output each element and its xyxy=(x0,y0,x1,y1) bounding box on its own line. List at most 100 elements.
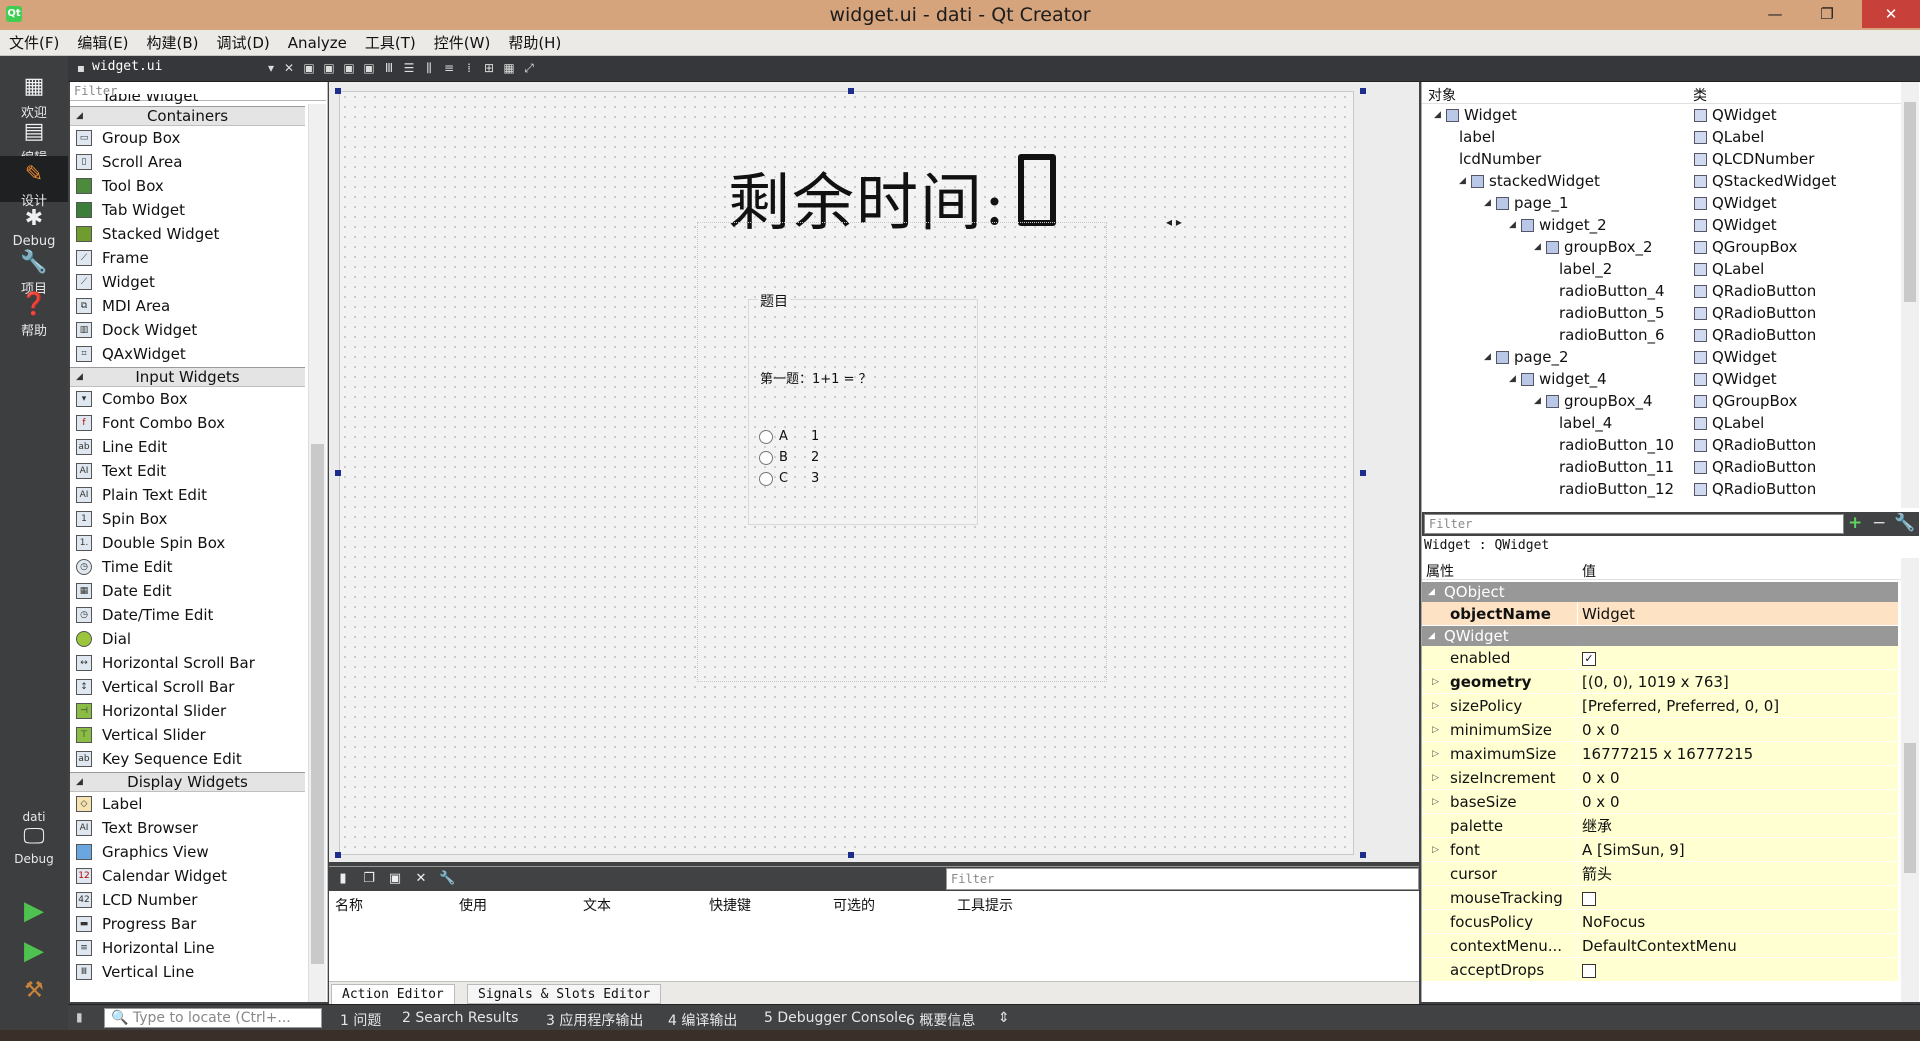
selection-handle[interactable] xyxy=(848,88,854,94)
widget-box-item[interactable]: Tool Box xyxy=(70,174,305,198)
object-tree-row[interactable]: radioButton_4 QRadioButton xyxy=(1422,280,1898,302)
property-value[interactable]: [(0, 0), 1019 x 763] xyxy=(1582,670,1729,694)
widget-box-item[interactable]: 1 Spin Box xyxy=(70,507,305,531)
expand-arrow-icon[interactable]: ◢ xyxy=(1509,214,1516,236)
menu-tools[interactable]: 工具(T) xyxy=(356,30,425,56)
object-tree-row[interactable]: ◢ widget_2 QWidget xyxy=(1422,214,1898,236)
expand-arrow-icon[interactable]: ◢ xyxy=(1434,104,1441,126)
property-value[interactable]: 0 x 0 xyxy=(1582,766,1620,790)
property-value[interactable]: 箭头 xyxy=(1582,862,1612,886)
widget-box-item[interactable]: ⟋ Frame xyxy=(70,246,305,270)
layout-v-splitter-icon[interactable]: ≡ xyxy=(442,61,456,75)
break-layout-icon[interactable]: ▦ xyxy=(502,61,516,75)
lcd-number[interactable] xyxy=(1018,154,1056,226)
column-header-property[interactable]: 属性 xyxy=(1426,561,1454,581)
selection-handle[interactable] xyxy=(335,852,341,858)
selection-handle[interactable] xyxy=(1360,852,1366,858)
mode-design[interactable]: ✎ 设计 xyxy=(0,156,68,209)
object-tree-row[interactable]: radioButton_10 QRadioButton xyxy=(1422,434,1898,456)
widget-box-item[interactable]: ab Key Sequence Edit xyxy=(70,747,305,771)
maximize-button[interactable]: ❐ xyxy=(1805,0,1849,28)
checkbox[interactable] xyxy=(1582,963,1596,978)
widget-box-item[interactable]: ab Line Edit xyxy=(70,435,305,459)
property-value[interactable]: 0 x 0 xyxy=(1582,790,1620,814)
property-row-font[interactable]: ▷ font A [SimSun, 9] xyxy=(1422,838,1898,862)
delete-action-icon[interactable]: ✕ xyxy=(413,871,429,887)
widget-box-item[interactable]: ▾ Combo Box xyxy=(70,387,305,411)
object-tree-row[interactable]: lcdNumber QLCDNumber xyxy=(1422,148,1898,170)
property-filter-input[interactable]: Filter xyxy=(1424,514,1844,534)
object-tree-row[interactable]: radioButton_12 QRadioButton xyxy=(1422,478,1898,500)
layout-horizontal-icon[interactable]: Ⅲ xyxy=(382,61,396,75)
editor-tab-widget-ui[interactable]: widget.ui xyxy=(92,59,162,74)
property-row-sizeincrement[interactable]: ▷ sizeIncrement 0 x 0 xyxy=(1422,766,1898,790)
object-tree-row[interactable]: radioButton_11 QRadioButton xyxy=(1422,456,1898,478)
object-tree-row[interactable]: ◢ page_2 QWidget xyxy=(1422,346,1898,368)
form-widget[interactable]: 剩余时间: ◂ ▸ 题目 第一题：1+1 = ？ A1 B2 C3 xyxy=(339,91,1354,855)
action-filter-input[interactable]: Filter xyxy=(946,868,1419,890)
property-value[interactable]: 继承 xyxy=(1582,814,1612,838)
checkbox[interactable]: ✓ xyxy=(1582,651,1596,666)
output-application[interactable]: 3 应用程序输出 xyxy=(546,1010,643,1030)
object-inspector-scrollbar[interactable] xyxy=(1901,82,1919,508)
widget-box-item[interactable]: ≡ Horizontal Line xyxy=(70,936,305,960)
category-input-widgets[interactable]: ◢ Input Widgets xyxy=(70,367,305,387)
widget-box-item[interactable]: ⧉ MDI Area xyxy=(70,294,305,318)
close-button[interactable]: ✕ xyxy=(1862,0,1920,28)
expand-arrow-icon[interactable]: ◢ xyxy=(1534,390,1541,412)
mode-debug[interactable]: ✱ Debug xyxy=(0,206,68,249)
property-value[interactable]: A [SimSun, 9] xyxy=(1582,838,1685,862)
widget-box-item[interactable]: ▭ Group Box xyxy=(70,126,305,150)
column-header[interactable]: 使用 xyxy=(459,895,487,915)
expand-arrow-icon[interactable]: ◢ xyxy=(1509,368,1516,390)
category-display-widgets[interactable]: ◢ Display Widgets xyxy=(70,772,305,792)
widget-box-item[interactable]: ▦ Date Edit xyxy=(70,579,305,603)
expand-arrow-icon[interactable]: ▷ xyxy=(1432,670,1439,694)
property-value[interactable]: DefaultContextMenu xyxy=(1582,934,1737,958)
widget-box-item[interactable]: ▯ Scroll Area xyxy=(70,150,305,174)
widget-box-item[interactable]: ◷ Date/Time Edit xyxy=(70,603,305,627)
expand-arrow-icon[interactable]: ◢ xyxy=(1459,170,1466,192)
property-row-palette[interactable]: palette 继承 xyxy=(1422,814,1898,838)
question-groupbox[interactable] xyxy=(748,299,978,525)
column-header[interactable]: 工具提示 xyxy=(957,895,1013,915)
layout-h-splitter-icon[interactable]: ⫼ xyxy=(422,61,436,75)
remove-property-icon[interactable]: − xyxy=(1872,513,1886,533)
kit-selector[interactable]: dati 🖵 Debug xyxy=(0,810,68,866)
expand-arrow-icon[interactable]: ▷ xyxy=(1432,838,1439,862)
property-section-qobject[interactable]: ◢ QObject xyxy=(1422,582,1898,602)
selection-handle[interactable] xyxy=(1360,88,1366,94)
widget-box-item[interactable]: ⊣ Horizontal Slider xyxy=(70,699,305,723)
property-value[interactable]: NoFocus xyxy=(1582,910,1645,934)
widget-box-item[interactable]: Graphics View xyxy=(70,840,305,864)
widget-box-item[interactable]: AI Text Browser xyxy=(70,816,305,840)
checkbox[interactable] xyxy=(1582,891,1596,906)
widget-box-item[interactable]: Tab Widget xyxy=(70,198,305,222)
widget-box-item[interactable]: ⟋ Widget xyxy=(70,270,305,294)
radio-circle[interactable] xyxy=(759,471,773,486)
layout-vertical-icon[interactable]: ☰ xyxy=(402,61,416,75)
new-action-icon[interactable]: ▮ xyxy=(335,871,351,887)
property-section-qwidget[interactable]: ◢ QWidget xyxy=(1422,626,1898,646)
mode-help[interactable]: ❓ 帮助 xyxy=(0,292,68,339)
menu-debug[interactable]: 调试(D) xyxy=(208,30,279,56)
radio-circle[interactable] xyxy=(759,450,773,465)
widget-box-item[interactable]: AI Plain Text Edit xyxy=(70,483,305,507)
widget-box-item[interactable]: AI Text Edit xyxy=(70,459,305,483)
tab-signals-slots-editor[interactable]: Signals & Slots Editor xyxy=(467,984,662,1004)
widget-box-item[interactable]: Dial xyxy=(70,627,305,651)
radio-option-c[interactable]: C3 xyxy=(759,471,819,486)
widget-box-item[interactable]: f Font Combo Box xyxy=(70,411,305,435)
output-issues[interactable]: 1 问题 xyxy=(340,1010,381,1030)
column-header[interactable]: 文本 xyxy=(583,895,611,915)
expand-arrow-icon[interactable]: ▷ xyxy=(1432,694,1439,718)
output-compile[interactable]: 4 编译输出 xyxy=(668,1010,737,1030)
property-row-acceptdrops[interactable]: acceptDrops xyxy=(1422,958,1898,982)
property-row-basesize[interactable]: ▷ baseSize 0 x 0 xyxy=(1422,790,1898,814)
menu-help[interactable]: 帮助(H) xyxy=(499,30,570,56)
widget-box-item[interactable]: ⊤ Vertical Slider xyxy=(70,723,305,747)
widget-box-item[interactable]: ↕ Vertical Scroll Bar xyxy=(70,675,305,699)
object-tree-row[interactable]: ◢ groupBox_2 QGroupBox xyxy=(1422,236,1898,258)
radio-option-a[interactable]: A1 xyxy=(759,429,819,444)
selection-handle[interactable] xyxy=(1360,470,1366,476)
